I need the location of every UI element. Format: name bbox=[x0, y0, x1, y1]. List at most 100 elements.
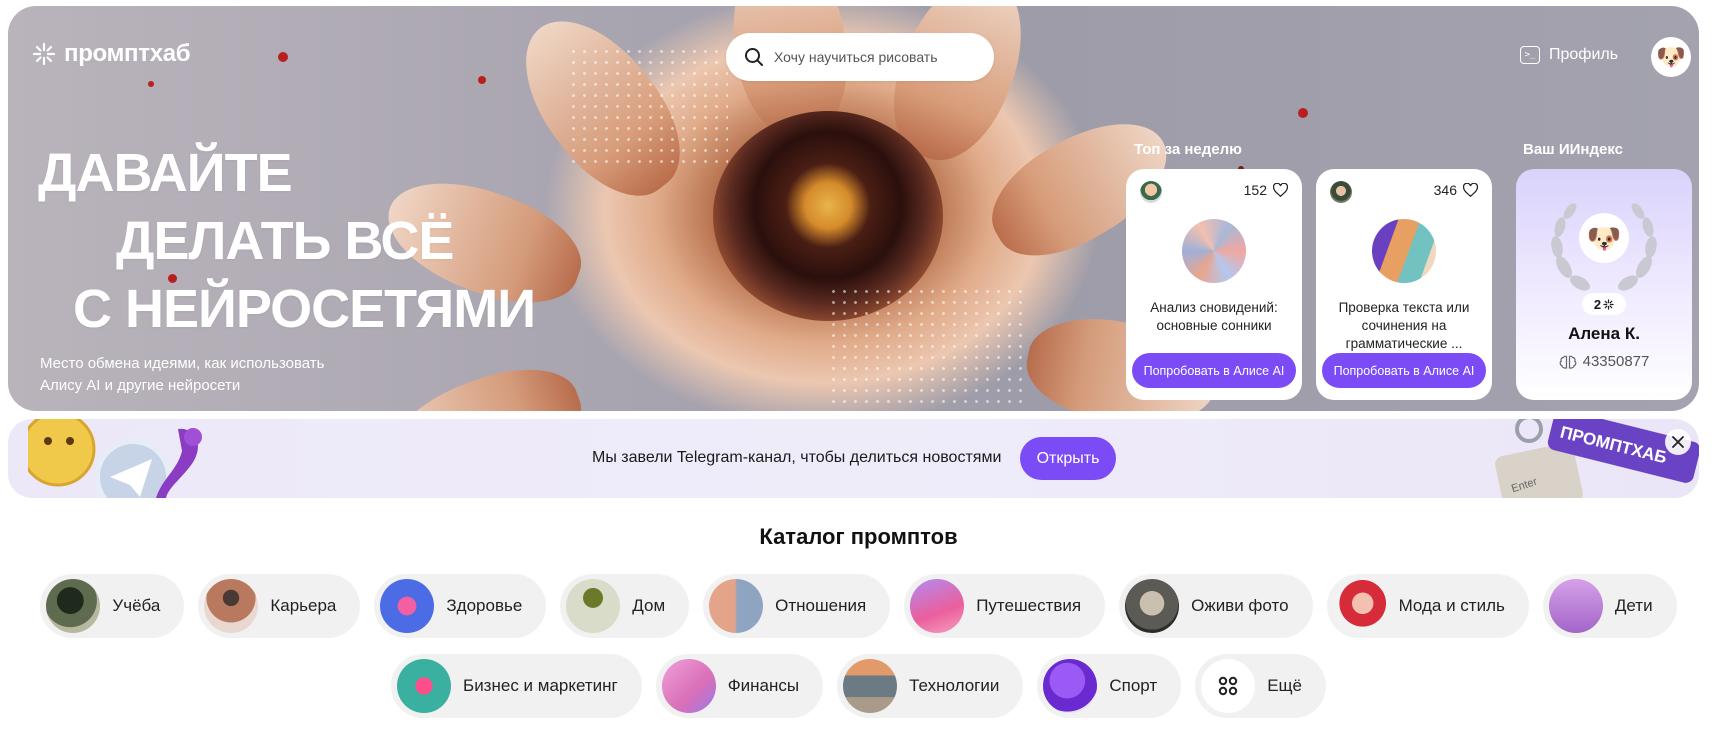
likes-count: 152 bbox=[1243, 182, 1267, 198]
prompt-title: Проверка текста или сочинения на граммат… bbox=[1338, 300, 1470, 351]
top-prompt-card[interactable]: 152 Анализ сновидений: основные сонники … bbox=[1126, 169, 1302, 400]
sparkle-logo-icon bbox=[32, 42, 56, 66]
top-week-title: Топ за неделю bbox=[1134, 141, 1242, 158]
piggy-bank-icon bbox=[661, 659, 716, 713]
logo[interactable]: промптхаб bbox=[32, 40, 191, 68]
terminal-icon: >_ bbox=[1520, 46, 1540, 64]
profile-link[interactable]: >_ Профиль bbox=[1520, 46, 1618, 64]
category-chip-fashion[interactable]: Мода и стиль bbox=[1326, 574, 1529, 638]
index-score: 43350877 bbox=[1516, 353, 1692, 370]
grid-icon bbox=[1201, 659, 1256, 713]
category-chip-travel[interactable]: Путешествия bbox=[904, 574, 1106, 638]
category-chip-business[interactable]: Бизнес и маркетинг bbox=[391, 654, 642, 718]
hero-subtitle: Место обмена идеями, как использовать Ал… bbox=[40, 355, 325, 394]
ai-index-title: Ваш ИИндекс bbox=[1523, 141, 1623, 158]
category-label: Путешествия bbox=[976, 596, 1082, 615]
catalog-row-2: Бизнес и маркетинг Финансы Технологии Сп… bbox=[0, 654, 1717, 718]
profile-label: Профиль bbox=[1549, 46, 1619, 63]
category-chip-study[interactable]: Учёба bbox=[40, 574, 185, 638]
banner-text: Мы завели Telegram-канал, чтобы делиться… bbox=[592, 449, 1002, 466]
user-avatar: 🐶 bbox=[1579, 213, 1629, 263]
category-label: Карьера bbox=[270, 596, 337, 615]
category-label: Финансы bbox=[727, 676, 800, 695]
category-chip-kids[interactable]: Дети bbox=[1542, 574, 1677, 638]
fashion-icon bbox=[1332, 579, 1387, 633]
category-label: Здоровье bbox=[446, 596, 523, 615]
ai-index-card[interactable]: 🐶 2 Алена К. 43350877 bbox=[1516, 169, 1692, 400]
paint-spatter bbox=[1298, 108, 1308, 118]
tech-icon bbox=[843, 659, 898, 713]
paint-spatter bbox=[148, 81, 154, 87]
brain-icon bbox=[1559, 355, 1577, 369]
telegram-banner: Мы завели Telegram-канал, чтобы делиться… bbox=[8, 419, 1699, 498]
study-icon bbox=[46, 579, 101, 633]
close-banner-button[interactable] bbox=[1665, 429, 1691, 455]
flower-petal bbox=[372, 349, 596, 411]
prompt-thumbnail bbox=[1182, 219, 1246, 283]
category-label: Отношения bbox=[775, 596, 867, 615]
headline-line-3: С НЕЙРОСЕТЯМИ bbox=[73, 279, 536, 339]
top-prompt-card[interactable]: 346 Проверка текста или сочинения на гра… bbox=[1316, 169, 1492, 400]
category-label: Мода и стиль bbox=[1398, 596, 1505, 615]
category-label: Учёба bbox=[112, 596, 161, 615]
category-label: Технологии bbox=[909, 676, 1000, 695]
likes-counter[interactable]: 346 bbox=[1434, 182, 1478, 198]
heart-icon bbox=[380, 579, 435, 633]
family-icon bbox=[1548, 579, 1603, 633]
user-avatar[interactable]: 🐶 bbox=[1651, 37, 1691, 77]
category-chip-sport[interactable]: Спорт bbox=[1037, 654, 1182, 718]
category-label: Дом bbox=[632, 596, 666, 615]
paint-spatter bbox=[278, 52, 288, 62]
heart-outline-icon[interactable] bbox=[1463, 183, 1478, 197]
flower-petal bbox=[897, 407, 1083, 411]
category-chip-health[interactable]: Здоровье bbox=[374, 574, 547, 638]
user-name: Алена К. bbox=[1568, 324, 1640, 343]
logo-text: промптхаб bbox=[64, 40, 191, 67]
rank-badge: 2 bbox=[1582, 293, 1626, 315]
headline-line-2: ДЕЛАТЬ ВСЁ bbox=[116, 211, 455, 271]
category-label: Ещё bbox=[1267, 676, 1302, 695]
category-chip-relationships[interactable]: Отношения bbox=[703, 574, 891, 638]
paint-spatter bbox=[478, 76, 486, 84]
airplane-icon bbox=[910, 579, 965, 633]
telegram-keychain-illustration bbox=[28, 419, 202, 498]
dot-pattern bbox=[828, 286, 1028, 406]
close-icon bbox=[1672, 436, 1684, 448]
catalog-row-1: Учёба Карьера Здоровье Дом Отношения Пут… bbox=[0, 574, 1717, 638]
category-chip-home[interactable]: Дом bbox=[560, 574, 690, 638]
sparkle-icon bbox=[1603, 298, 1614, 310]
couple-icon bbox=[709, 579, 764, 633]
hero-banner: промптхаб >_ Профиль 🐶 ДАВАЙТЕ ДЕЛАТЬ ВС… bbox=[8, 6, 1699, 411]
category-label: Оживи фото bbox=[1191, 596, 1289, 615]
category-chip-career[interactable]: Карьера bbox=[198, 574, 361, 638]
category-chip-animate-photo[interactable]: Оживи фото bbox=[1119, 574, 1313, 638]
dot-pattern bbox=[568, 46, 728, 166]
open-telegram-button[interactable]: Открыть bbox=[1020, 437, 1116, 480]
prompt-title: Анализ сновидений: основные сонники bbox=[1150, 300, 1278, 333]
search-input[interactable] bbox=[774, 49, 974, 65]
stool-icon bbox=[566, 579, 621, 633]
prompt-thumbnail bbox=[1372, 219, 1436, 283]
category-label: Дети bbox=[1614, 596, 1653, 615]
try-in-alice-button[interactable]: Попробовать в Алисе AI bbox=[1322, 353, 1486, 388]
career-icon bbox=[204, 579, 259, 633]
catalog-title: Каталог промптов bbox=[759, 524, 958, 549]
hero-headline: ДАВАЙТЕ ДЕЛАТЬ ВСЁ С НЕЙРОСЕТЯМИ bbox=[38, 139, 536, 343]
heart-outline-icon[interactable] bbox=[1273, 183, 1288, 197]
likes-count: 346 bbox=[1433, 182, 1457, 198]
likes-counter[interactable]: 152 bbox=[1244, 182, 1288, 198]
cat-photo-icon bbox=[1125, 579, 1180, 633]
category-chip-more[interactable]: Ещё bbox=[1195, 654, 1326, 718]
search-icon bbox=[745, 48, 763, 66]
ball-icon bbox=[1043, 659, 1098, 713]
category-chip-finance[interactable]: Финансы bbox=[655, 654, 824, 718]
category-label: Спорт bbox=[1109, 676, 1158, 695]
promptkhab-keychain-illustration: Enter ПРОМПТХАБ bbox=[1495, 419, 1699, 498]
business-icon bbox=[397, 659, 452, 713]
score-value: 43350877 bbox=[1582, 353, 1650, 370]
author-avatar[interactable] bbox=[1140, 181, 1162, 203]
search-box[interactable] bbox=[726, 33, 994, 81]
try-in-alice-button[interactable]: Попробовать в Алисе AI bbox=[1132, 353, 1296, 388]
author-avatar[interactable] bbox=[1330, 181, 1352, 203]
category-chip-technology[interactable]: Технологии bbox=[837, 654, 1024, 718]
